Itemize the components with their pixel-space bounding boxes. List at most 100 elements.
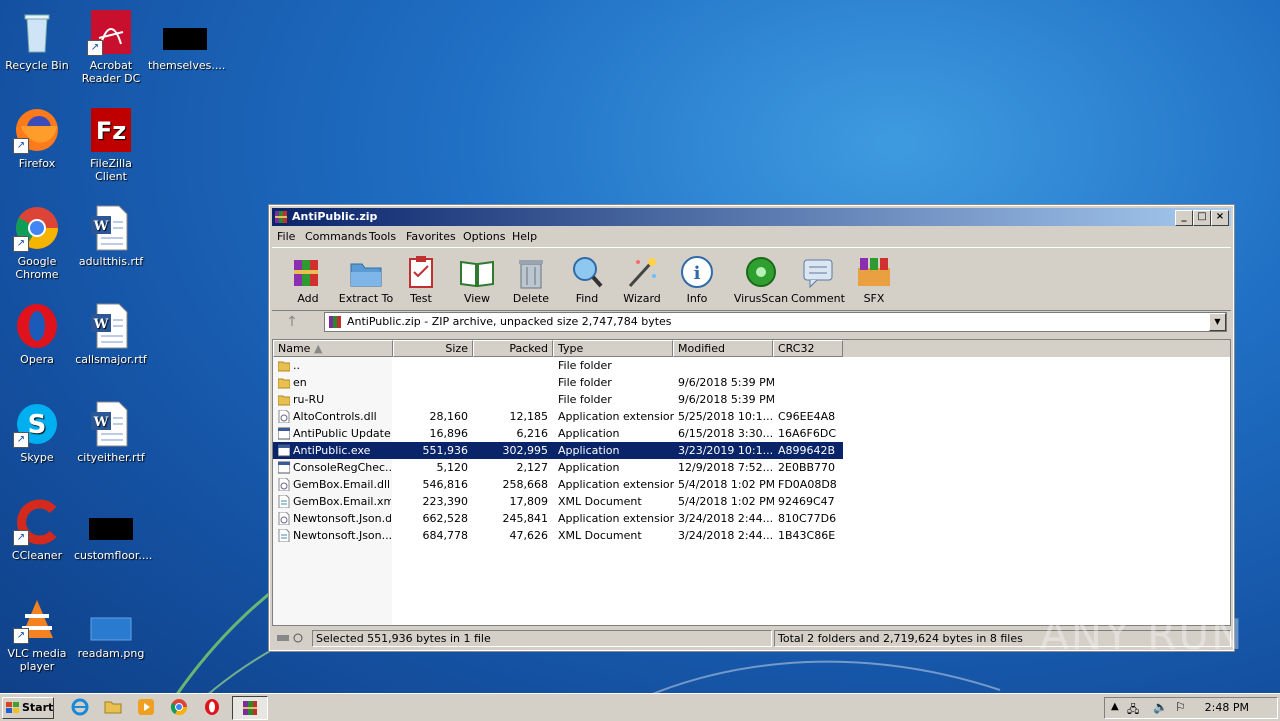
menu-file[interactable]: File <box>277 230 295 243</box>
status-selection: Selected 551,936 bytes in 1 file <box>312 630 772 647</box>
desktop-icon-label: customfloor.... <box>74 549 153 562</box>
view-button[interactable]: View <box>448 250 506 305</box>
table-row[interactable]: .. File folder <box>273 357 843 374</box>
add-archive-icon <box>290 254 326 290</box>
clock[interactable]: 2:48 PM <box>1205 698 1249 718</box>
network-icon[interactable]: 🖧 <box>1127 701 1139 720</box>
explorer-folder-icon[interactable] <box>104 698 122 716</box>
exe-file-icon <box>278 427 290 440</box>
menu-favorites[interactable]: Favorites <box>406 230 456 243</box>
menu-options[interactable]: Options <box>463 230 505 243</box>
desktop-icon-recycle-bin[interactable]: Recycle Bin <box>0 8 74 72</box>
desktop-icon-opera[interactable]: Opera <box>0 302 74 366</box>
test-clipboard-icon <box>403 254 439 290</box>
table-row[interactable]: Newtonsoft.Json.dll 662,528 245,841 Applica… <box>273 510 843 527</box>
file-type: Application extension <box>558 512 674 525</box>
desktop-icon-label: Acrobat Reader DC <box>81 59 141 85</box>
file-type: File folder <box>558 359 612 372</box>
delete-button[interactable]: Delete <box>502 250 560 305</box>
table-row[interactable]: Newtonsoft.Json.... 684,778 47,626 XML Docu… <box>273 527 843 544</box>
trash-icon <box>513 254 549 290</box>
wizard-button[interactable]: Wizard <box>613 250 671 305</box>
comment-label: Comment <box>791 292 845 305</box>
column-crc32[interactable]: CRC32 <box>773 340 843 357</box>
comment-button[interactable]: Comment <box>789 250 847 305</box>
desktop-icon-ccleaner[interactable]: ↗ CCleaner <box>0 498 74 562</box>
desktop-icon-firefox[interactable]: ↗ Firefox <box>0 106 74 170</box>
menu-commands[interactable]: Commands <box>305 230 367 243</box>
desktop-icon-themselves[interactable]: themselves.... <box>148 8 226 72</box>
add-button[interactable]: Add <box>279 250 337 305</box>
find-label: Find <box>575 292 599 305</box>
opera-icon[interactable] <box>203 698 221 716</box>
action-center-flag-icon[interactable]: ⚐ <box>1175 700 1186 714</box>
maximize-button[interactable]: □ <box>1193 210 1211 226</box>
column-packed[interactable]: Packed <box>473 340 553 357</box>
column-name[interactable]: Name ▲ <box>273 340 393 357</box>
desktop-icon-filezilla[interactable]: Fz FileZilla Client <box>74 106 148 183</box>
extract-to-button[interactable]: Extract To <box>337 250 395 305</box>
virusscan-button[interactable]: VirusScan <box>732 250 790 305</box>
ccleaner-icon: ↗ <box>13 498 61 546</box>
file-size: 16,896 <box>429 427 469 440</box>
table-row[interactable]: AltoControls.dll 28,160 12,185 Application … <box>273 408 843 425</box>
file-size: 28,160 <box>429 410 469 423</box>
desktop-icon-readam[interactable]: readam.png <box>74 596 148 660</box>
window-titlebar[interactable]: AntiPublic.zip _ □ × <box>272 208 1231 226</box>
column-type[interactable]: Type <box>553 340 673 357</box>
file-size: 223,390 <box>422 495 469 508</box>
file-size: 551,936 <box>422 444 469 457</box>
table-row[interactable]: en File folder 9/6/2018 5:39 PM <box>273 374 843 391</box>
find-button[interactable]: Find <box>558 250 616 305</box>
menu-help[interactable]: Help <box>512 230 537 243</box>
taskbar-winrar-button[interactable] <box>232 696 268 720</box>
column-size[interactable]: Size <box>393 340 473 357</box>
show-hidden-icons-icon[interactable]: ▲ <box>1111 701 1119 712</box>
address-combo[interactable]: AntiPublic.zip - ZIP archive, unpacked s… <box>324 312 1227 332</box>
table-row[interactable]: AntiPublic.exe 551,936 302,995 Application 3… <box>273 442 843 459</box>
close-button[interactable]: × <box>1211 210 1229 226</box>
up-folder-button[interactable]: ↑ <box>274 312 310 332</box>
file-name: ConsoleRegChec... <box>293 461 391 474</box>
table-row[interactable]: ru-RU File folder 9/6/2018 5:39 PM <box>273 391 843 408</box>
info-button[interactable]: i Info <box>668 250 726 305</box>
table-row[interactable]: AntiPublic Update... 16,896 6,216 Applicati… <box>273 425 843 442</box>
internet-explorer-icon[interactable] <box>71 698 89 716</box>
desktop-icon-google-chrome[interactable]: ↗ Google Chrome <box>0 204 74 281</box>
media-player-icon[interactable] <box>137 698 155 716</box>
table-row[interactable]: ConsoleRegChec... 5,120 2,127 Application 12… <box>273 459 843 476</box>
column-modified[interactable]: Modified <box>673 340 773 357</box>
table-row[interactable]: GemBox.Email.dll 546,816 258,668 Applicatio… <box>273 476 843 493</box>
chrome-icon[interactable] <box>170 698 188 716</box>
file-packed: 17,809 <box>509 495 549 508</box>
file-name: AltoControls.dll <box>293 410 377 423</box>
file-modified: 12/9/2018 7:52... <box>678 461 774 474</box>
speaker-icon[interactable]: 🔈 <box>1153 700 1168 714</box>
svg-text:Fz: Fz <box>96 117 126 145</box>
test-button[interactable]: Test <box>392 250 450 305</box>
start-button[interactable]: Start <box>2 697 54 719</box>
word-document-icon: W <box>87 400 135 448</box>
desktop-icon-skype[interactable]: S ↗ Skype <box>0 400 74 464</box>
firefox-icon: ↗ <box>13 106 61 154</box>
file-name: AntiPublic.exe <box>293 444 371 457</box>
desktop-icon-acrobat[interactable]: ↗ Acrobat Reader DC <box>74 8 148 85</box>
desktop-icon-callsmajor[interactable]: W callsmajor.rtf <box>74 302 148 366</box>
table-row[interactable]: GemBox.Email.xml 223,390 17,809 XML Documen… <box>273 493 843 510</box>
menu-tools[interactable]: Tools <box>369 230 396 243</box>
desktop-icon-label: themselves.... <box>148 59 226 72</box>
exe-file-icon <box>278 444 290 457</box>
desktop-icon-adultthis[interactable]: W adultthis.rtf <box>74 204 148 268</box>
desktop-icon-cityeither[interactable]: W cityeither.rtf <box>74 400 148 464</box>
desktop-icon-label: callsmajor.rtf <box>75 353 147 366</box>
acrobat-icon: ↗ <box>87 8 135 56</box>
desktop-icon-vlc[interactable]: ↗ VLC media player <box>0 596 74 673</box>
test-label: Test <box>410 292 432 305</box>
sfx-button[interactable]: SFX <box>845 250 903 305</box>
desktop-icon-customfloor[interactable]: customfloor.... <box>74 498 153 562</box>
address-text: AntiPublic.zip - ZIP archive, unpacked s… <box>347 315 672 328</box>
window-title: AntiPublic.zip <box>292 210 378 223</box>
chevron-down-icon[interactable]: ▼ <box>1209 313 1226 331</box>
file-crc32: 1B43C86E <box>778 529 836 542</box>
minimize-button[interactable]: _ <box>1175 210 1193 226</box>
